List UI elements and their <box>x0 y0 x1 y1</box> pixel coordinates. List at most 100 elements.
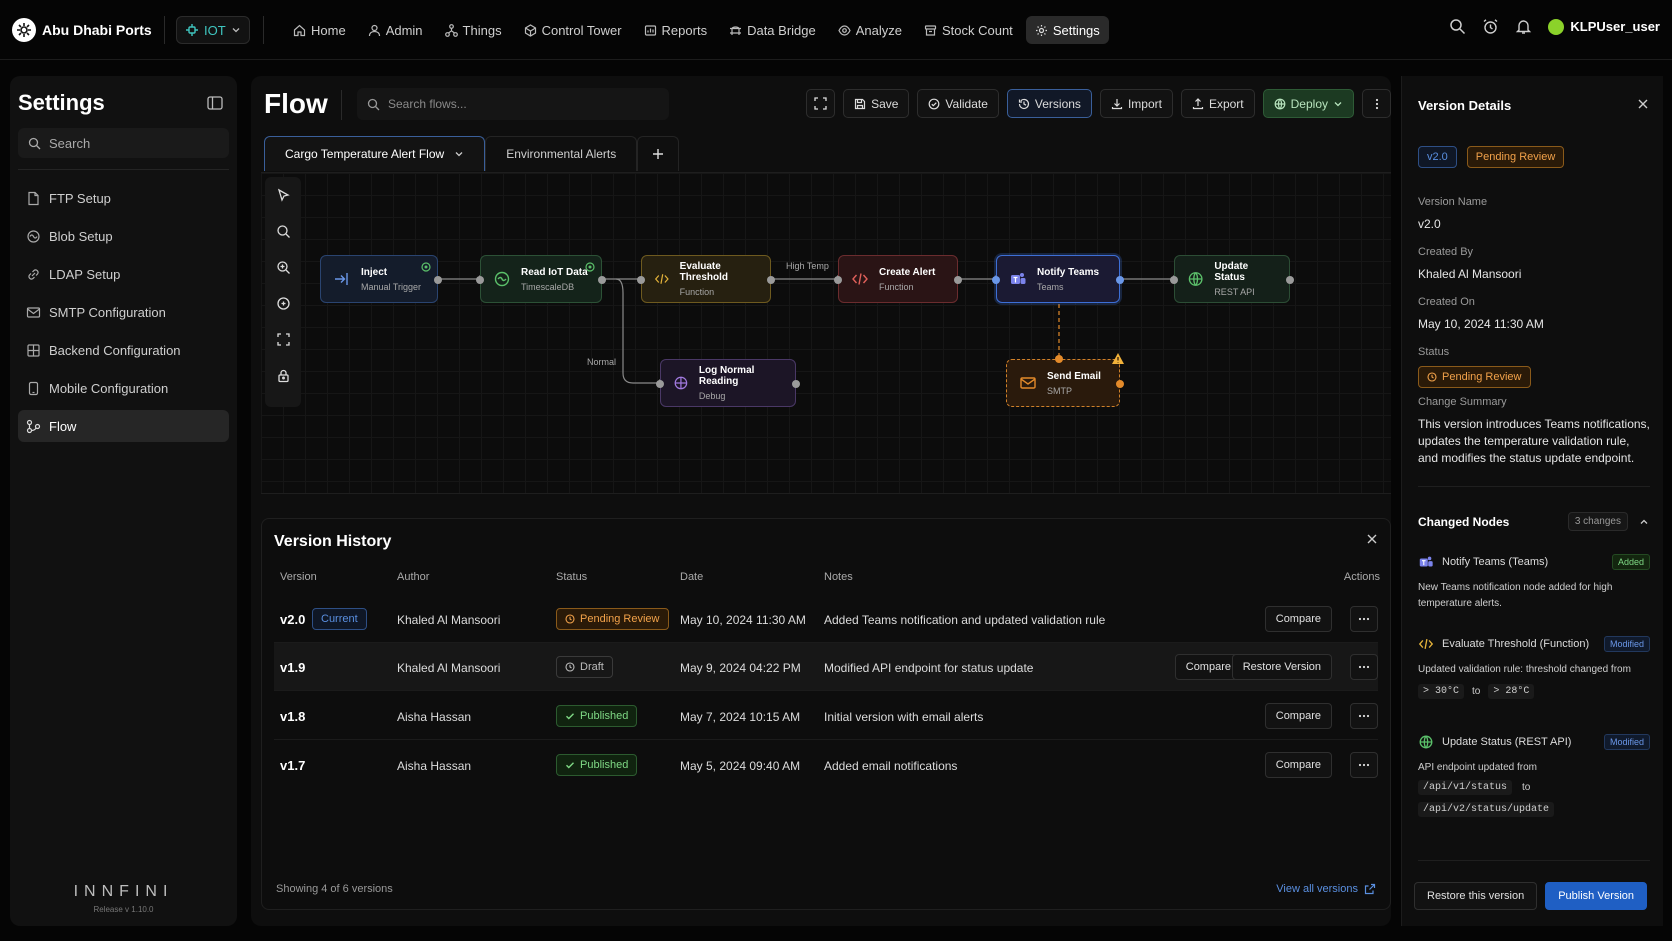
sidebar-item-smtp-configuration[interactable]: SMTP Configuration <box>18 296 229 328</box>
alarm-icon[interactable] <box>1482 18 1499 35</box>
user-menu[interactable]: KLPUser_user <box>1548 18 1660 35</box>
output-port[interactable] <box>954 276 962 284</box>
row-more-button[interactable] <box>1350 752 1378 778</box>
change-description: New Teams notification node added for hi… <box>1418 582 1613 609</box>
validate-button[interactable]: Validate <box>917 89 999 118</box>
nav-reports[interactable]: Reports <box>635 16 717 44</box>
changed-node-item[interactable]: Notify Teams (Teams) Added New Teams noti… <box>1418 554 1650 612</box>
sidebar-item-ftp-setup[interactable]: FTP Setup <box>18 182 229 214</box>
close-icon[interactable] <box>1637 98 1649 110</box>
input-port[interactable] <box>656 380 664 388</box>
row-more-button[interactable] <box>1350 606 1378 632</box>
output-port[interactable] <box>1286 276 1294 284</box>
flow-canvas[interactable]: High Temp Normal Inject Manual Trigger Re… <box>261 172 1391 494</box>
input-port[interactable] <box>992 276 1000 284</box>
node-inject[interactable]: Inject Manual Trigger <box>320 255 442 303</box>
sidebar-item-label: Blob Setup <box>49 228 113 244</box>
table-row[interactable]: v2.0 Current Khaled Al Mansoori Pending … <box>274 595 1378 643</box>
nav-label: Admin <box>385 22 423 38</box>
import-button[interactable]: Import <box>1099 89 1173 118</box>
input-port[interactable] <box>834 276 842 284</box>
output-port[interactable] <box>434 276 442 284</box>
bell-icon[interactable] <box>1515 18 1532 35</box>
node-send-email[interactable]: Send Email SMTP <box>1006 353 1124 407</box>
tab-cargo-temperature-alert-flow[interactable]: Cargo Temperature Alert Flow <box>264 136 486 171</box>
change-description: API endpoint updated from <box>1418 762 1537 773</box>
brand[interactable]: Abu Dhabi Ports <box>12 18 152 42</box>
sidebar-search[interactable]: Search <box>18 128 229 158</box>
nav-admin[interactable]: Admin <box>359 16 432 44</box>
sidebar-item-blob-setup[interactable]: Blob Setup <box>18 220 229 252</box>
sidebar-item-mobile-configuration[interactable]: Mobile Configuration <box>18 372 229 404</box>
node-update-status[interactable]: Update Status REST API <box>1170 255 1294 303</box>
node-log-normal-reading[interactable]: Log Normal Reading Debug <box>656 359 800 407</box>
sidebar-item-ldap-setup[interactable]: LDAP Setup <box>18 258 229 290</box>
table-row[interactable]: v1.7 Aisha Hassan Published May 5, 2024 … <box>274 741 1378 789</box>
nav-control-tower[interactable]: Control Tower <box>515 16 631 44</box>
output-port[interactable] <box>792 380 800 388</box>
nav-settings[interactable]: Settings <box>1025 16 1109 44</box>
output-port[interactable] <box>767 276 775 284</box>
field-label: Created On <box>1418 296 1475 308</box>
change-tag: Modified <box>1603 636 1650 652</box>
status-badge: Published <box>556 754 638 776</box>
node-read-iot-data[interactable]: Read IoT Data TimescaleDB <box>476 255 606 303</box>
date: May 7, 2024 10:15 AM <box>680 710 801 724</box>
divider <box>1418 860 1650 861</box>
input-port[interactable] <box>476 276 484 284</box>
table-header: Version Author Status Date Notes Actions <box>280 571 1380 591</box>
export-button[interactable]: Export <box>1180 89 1255 118</box>
node-evaluate-threshold[interactable]: Evaluate Threshold Function <box>637 255 775 303</box>
versions-button[interactable]: Versions <box>1006 89 1092 118</box>
tab-environmental-alerts[interactable]: Environmental Alerts <box>485 136 638 171</box>
node-create-alert[interactable]: Create Alert Function <box>834 255 962 303</box>
row-more-button[interactable] <box>1350 654 1378 680</box>
input-port[interactable] <box>637 276 645 284</box>
deploy-button[interactable]: Deploy <box>1262 89 1354 118</box>
analyze-icon <box>838 24 851 36</box>
row-more-button[interactable] <box>1350 703 1378 729</box>
nav-analyze[interactable]: Analyze <box>829 16 911 44</box>
input-port[interactable] <box>1055 355 1063 363</box>
nav-home[interactable]: Home <box>284 16 355 44</box>
nav-stock-count[interactable]: Stock Count <box>915 16 1022 44</box>
flow-search-input[interactable]: Search flows... <box>357 88 669 120</box>
publish-version-button[interactable]: Publish Version <box>1545 882 1648 910</box>
compare-button[interactable]: Compare <box>1264 703 1332 729</box>
changed-node-item[interactable]: Evaluate Threshold (Function) Modified Up… <box>1418 636 1650 699</box>
sidebar-item-backend-configuration[interactable]: Backend Configuration <box>18 334 229 366</box>
add-tab-button[interactable] <box>637 136 680 171</box>
close-icon[interactable] <box>1366 533 1378 545</box>
table-row[interactable]: v1.9 Khaled Al Mansoori Draft May 9, 202… <box>274 643 1378 691</box>
status-text: Pending Review <box>580 613 660 625</box>
save-button[interactable]: Save <box>843 89 910 118</box>
compare-button[interactable]: Compare <box>1264 606 1332 632</box>
changed-node-item[interactable]: Update Status (REST API) Modified API end… <box>1418 734 1650 817</box>
nav-things[interactable]: Things <box>436 16 511 44</box>
author: Aisha Hassan <box>397 759 472 773</box>
nav-data-bridge[interactable]: Data Bridge <box>720 16 825 44</box>
sidebar-toggle-icon[interactable] <box>207 96 223 110</box>
fullscreen-button[interactable] <box>806 89 836 118</box>
compare-button[interactable]: Compare <box>1264 752 1332 778</box>
sidebar-item-flow[interactable]: Flow <box>18 410 229 442</box>
output-port[interactable] <box>598 276 606 284</box>
environment-select[interactable]: IOT <box>176 16 250 44</box>
restore-this-version-button[interactable]: Restore this version <box>1414 882 1538 910</box>
restore-version-button[interactable]: Restore Version <box>1231 654 1332 680</box>
field-value: Khaled Al Mansoori <box>1418 267 1522 281</box>
clock-icon <box>565 662 575 672</box>
more-options-button[interactable] <box>1362 89 1391 118</box>
node-notify-teams[interactable]: Notify Teams Teams <box>992 255 1124 303</box>
output-port[interactable] <box>1116 380 1124 388</box>
more-horizontal-icon <box>1358 714 1370 718</box>
flow-main: Flow Search flows... Save Validate Versi… <box>251 76 1391 926</box>
table-row[interactable]: v1.8 Aisha Hassan Published May 7, 2024 … <box>274 692 1378 740</box>
search-icon[interactable] <box>1449 18 1466 35</box>
input-port[interactable] <box>1170 276 1178 284</box>
view-all-versions-link[interactable]: View all versions <box>1276 883 1376 895</box>
mail-icon <box>26 306 41 318</box>
chevron-up-icon[interactable] <box>1638 516 1650 528</box>
output-port[interactable] <box>1116 276 1124 284</box>
nav-label: Reports <box>661 22 708 38</box>
